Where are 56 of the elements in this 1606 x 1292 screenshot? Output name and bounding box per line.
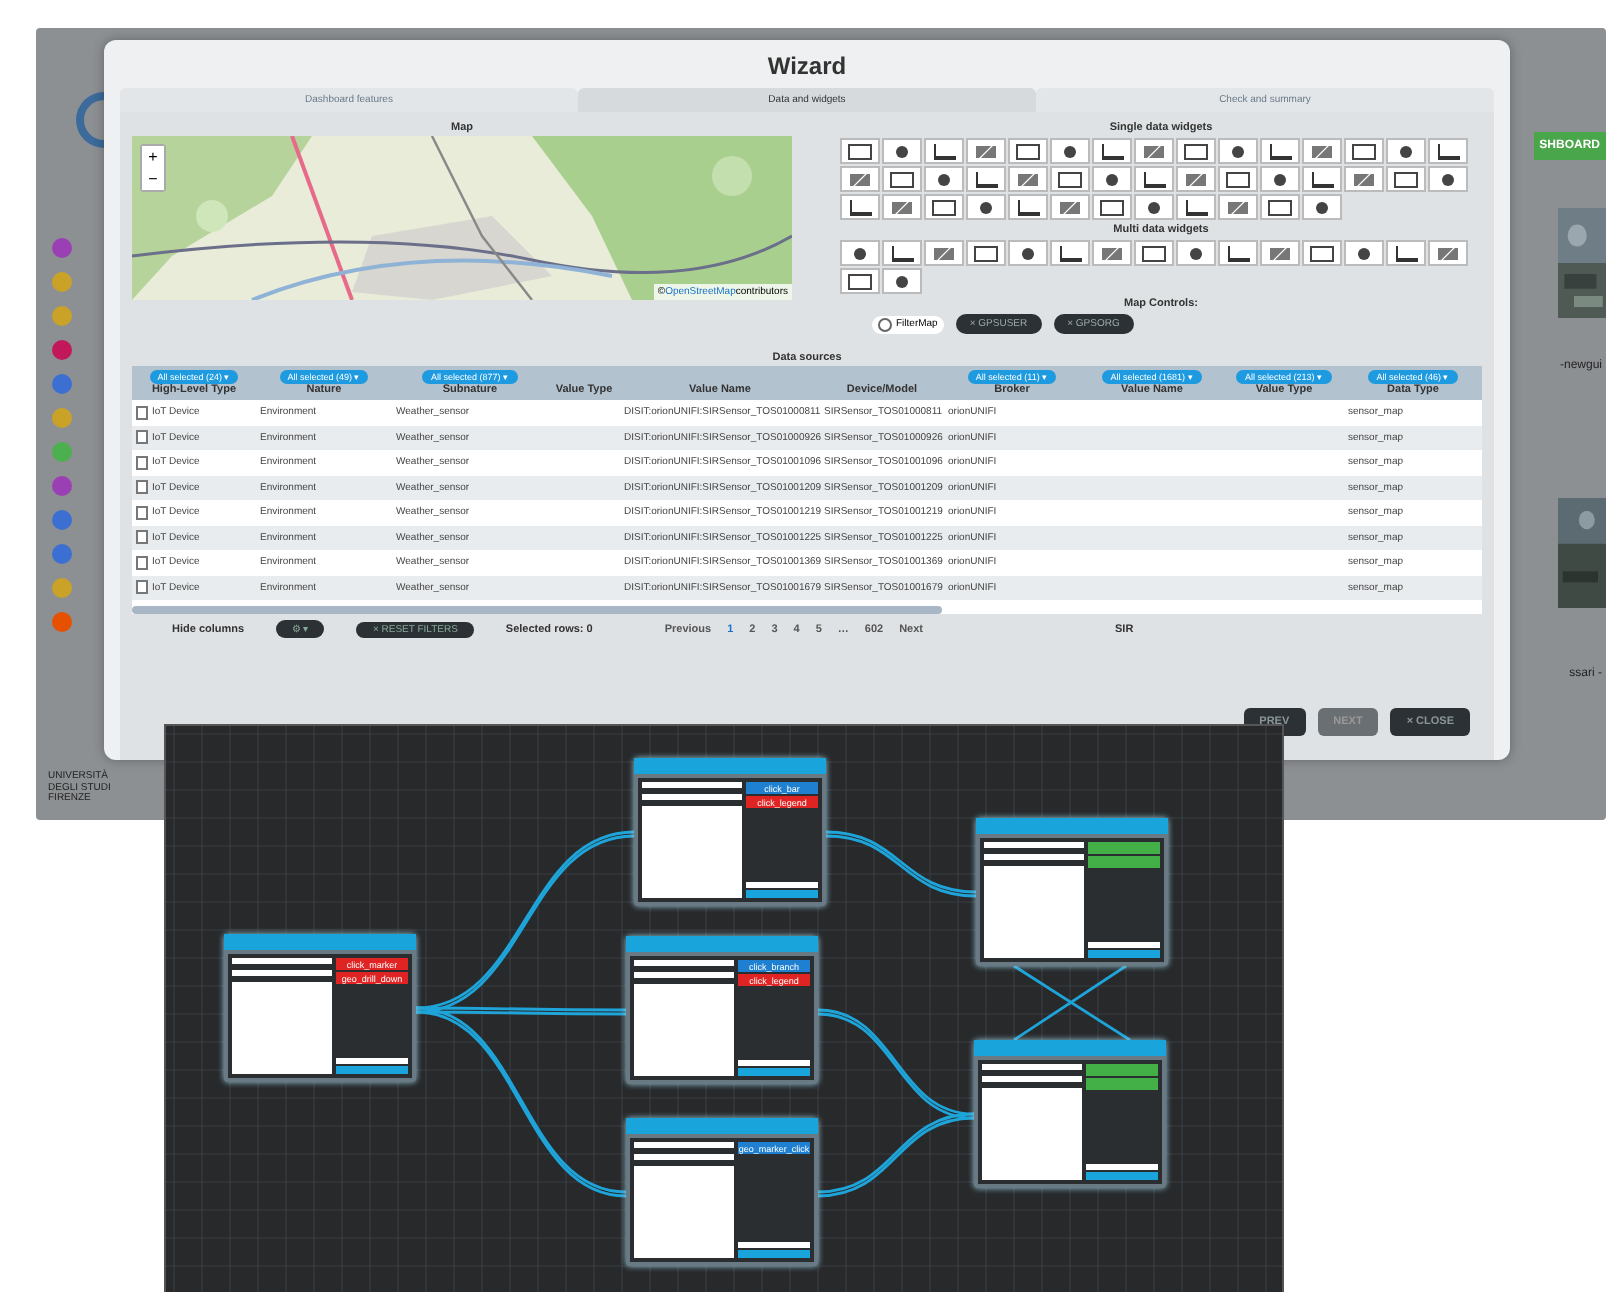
widget-icon[interactable] [1218,138,1258,164]
widget-icon[interactable] [882,166,922,192]
widget-icon[interactable] [1302,240,1342,266]
widget-icon[interactable] [924,138,964,164]
widget-icon[interactable] [1050,166,1090,192]
dialog-title: Wizard [765,50,849,84]
widget-icon[interactable] [966,194,1006,220]
widget-icon[interactable] [1092,138,1132,164]
widget-icon[interactable] [882,138,922,164]
widget-icon[interactable] [1260,138,1300,164]
widget-icon[interactable] [1050,240,1090,266]
widget-icon[interactable] [924,166,964,192]
widget-icon[interactable] [1176,194,1216,220]
widget-icon[interactable] [882,240,922,266]
widget-icon[interactable] [1386,240,1426,266]
widget-icon[interactable] [1218,166,1258,192]
scrollbar[interactable] [132,606,942,614]
widget-icon[interactable] [1428,166,1468,192]
widget-icon[interactable] [1134,240,1174,266]
row-checkbox[interactable] [136,530,148,545]
widget-icon[interactable] [1260,194,1300,220]
row-checkbox[interactable] [136,455,148,470]
widget-icon[interactable] [1092,194,1132,220]
widget-icon[interactable] [924,194,964,220]
widget-icon[interactable] [1176,138,1216,164]
widget-icon[interactable] [1260,166,1300,192]
widget-icon[interactable] [1134,194,1174,220]
widget-icon[interactable] [882,268,922,294]
widget-icon[interactable] [840,268,880,294]
widget-icon[interactable] [1344,138,1384,164]
widget-icon[interactable] [840,240,880,266]
widget-icon[interactable] [1302,166,1342,192]
widget-icon[interactable] [1134,166,1174,192]
widget-icon[interactable] [1386,138,1426,164]
widget-icon[interactable] [1218,240,1258,266]
widget-icon[interactable] [1386,166,1426,192]
row-checkbox[interactable] [136,430,148,445]
widget-icon[interactable] [840,138,880,164]
widget-icon[interactable] [966,240,1006,266]
widget-icon[interactable] [1050,138,1090,164]
widget-icon[interactable] [1344,240,1384,266]
widget-icon[interactable] [1008,240,1048,266]
row-checkbox[interactable] [136,480,148,495]
widget-icon[interactable] [840,194,880,220]
widget-icon[interactable] [1008,138,1048,164]
widget-icon[interactable] [1008,194,1048,220]
connector-line [1013,964,1131,1042]
row-checkbox[interactable] [136,505,148,520]
row-checkbox[interactable] [136,405,148,420]
row-checkbox[interactable] [136,580,148,595]
widget-icon[interactable] [1176,240,1216,266]
row-checkbox[interactable] [136,555,148,570]
widget-icon[interactable] [1302,194,1342,220]
widget-icon[interactable] [966,166,1006,192]
widget-icon[interactable] [1428,138,1468,164]
widget-icon[interactable] [1092,166,1132,192]
